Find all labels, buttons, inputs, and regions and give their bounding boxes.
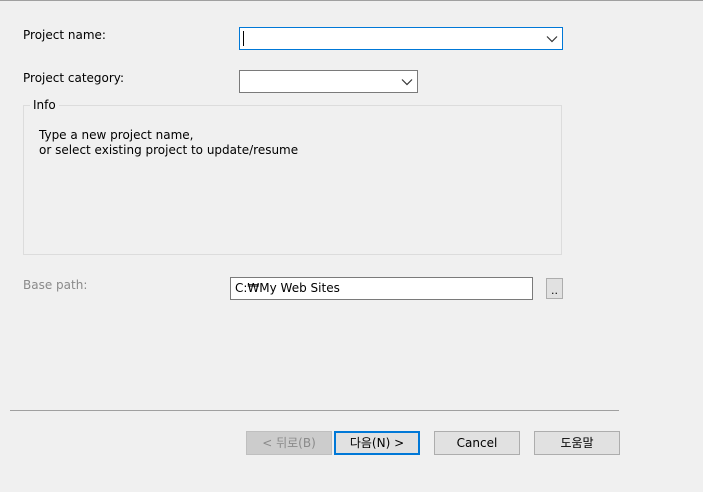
info-text: Type a new project name, or select exist… bbox=[39, 128, 298, 158]
footer-separator bbox=[10, 410, 619, 411]
chevron-down-icon[interactable] bbox=[546, 35, 558, 43]
project-category-label: Project category: bbox=[23, 71, 125, 85]
info-group-title: Info bbox=[30, 98, 59, 112]
info-line-2: or select existing project to update/res… bbox=[39, 143, 299, 157]
back-button[interactable]: < 뒤로(B) bbox=[246, 431, 332, 455]
project-category-combobox[interactable] bbox=[239, 70, 418, 93]
project-name-combobox[interactable] bbox=[239, 27, 563, 50]
top-border bbox=[0, 0, 703, 1]
text-cursor bbox=[243, 31, 244, 46]
cancel-button[interactable]: Cancel bbox=[434, 431, 520, 455]
info-line-1: Type a new project name, bbox=[39, 128, 194, 142]
project-name-label: Project name: bbox=[23, 28, 106, 42]
base-path-input[interactable]: C:₩My Web Sites bbox=[230, 277, 533, 300]
next-button[interactable]: 다음(N) > bbox=[334, 431, 420, 455]
chevron-down-icon[interactable] bbox=[401, 78, 413, 86]
help-button[interactable]: 도움말 bbox=[534, 431, 620, 455]
base-path-value: C:₩My Web Sites bbox=[235, 281, 340, 295]
browse-button[interactable]: .. bbox=[546, 278, 563, 299]
base-path-label: Base path: bbox=[23, 278, 88, 292]
